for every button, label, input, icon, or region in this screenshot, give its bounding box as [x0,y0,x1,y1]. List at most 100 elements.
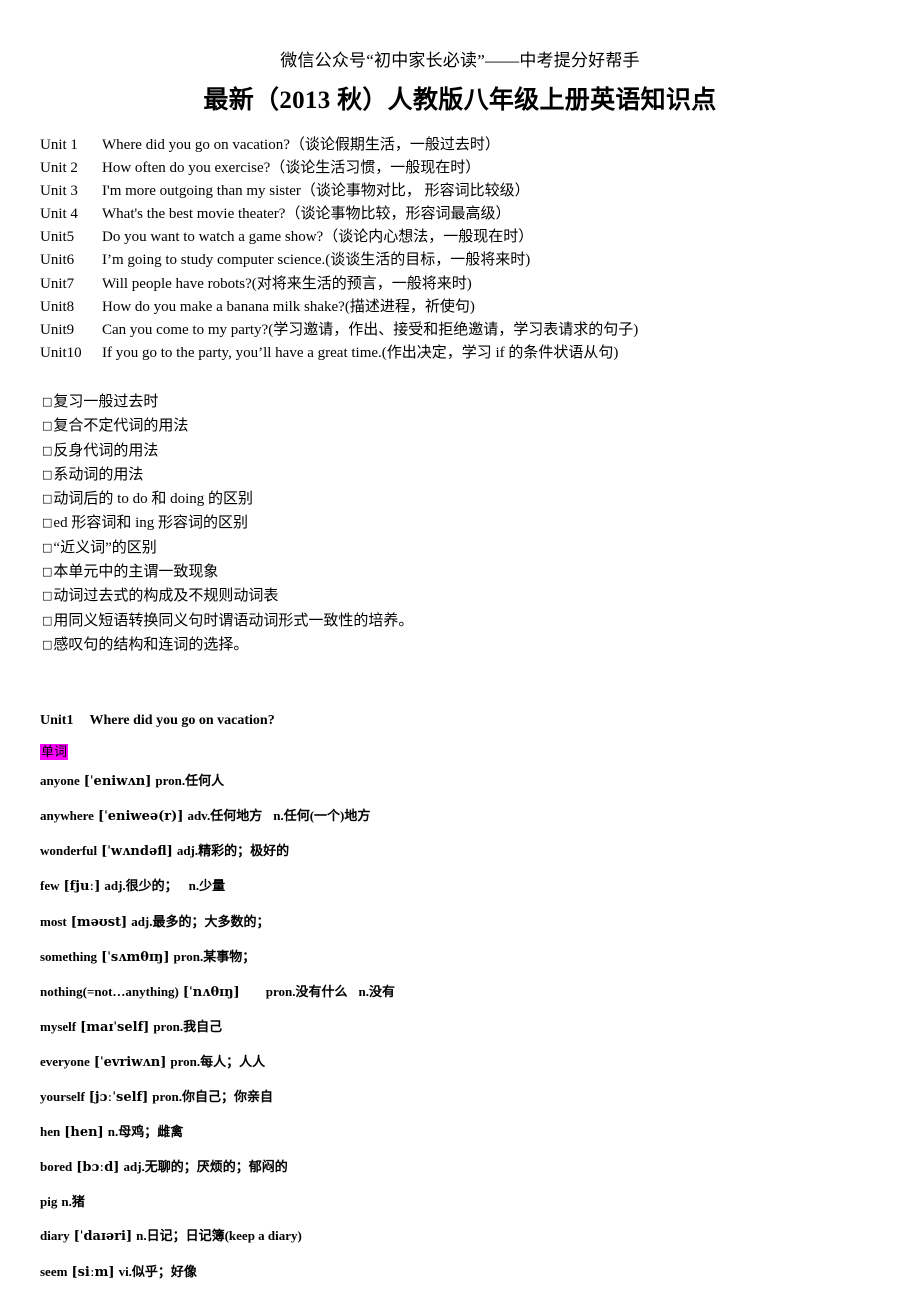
learning-goal-item: □系动词的用法 [0,463,920,487]
unit-description: I'm more outgoing than my sister（谈论事物对比，… [102,183,530,200]
vocabulary-entry: nothing(=not…anything) [ˈnʌθɪŋ] pron.没有什么 n… [0,985,920,999]
unit-number-label: Unit 2 [40,160,78,177]
unit-description: If you go to the party, you’ll have a gr… [102,344,619,361]
vocabulary-entry: anyone [ˈeniwʌn] pron.任何人 [0,774,920,788]
vocabulary-definition: n.日记；日记簿(keep a diary) [136,1228,302,1244]
vocabulary-definition: pron.你自己；你亲自 [152,1089,274,1105]
phonetic-transcription: [ˈeniwʌn] [83,774,152,790]
unit-number-label: Unit 3 [40,183,78,200]
vocabulary-entry: diary [ˈdaɪəri] n.日记；日记簿(keep a diary) [0,1229,920,1243]
vocabulary-definition: n.母鸡；雌禽 [107,1124,184,1140]
vocabulary-definition: vi.似乎；好像 [118,1263,197,1279]
vocabulary-definition-secondary: n.少量 [188,878,226,894]
unit-description: Can you come to my party?(学习邀请，作出、接受和拒绝邀… [102,321,639,338]
vocabulary-entry: pig n.猪 [0,1195,920,1208]
unit1-section-heading: Unit1 Where did you go on vacation? [0,657,920,728]
learning-goal-item: □感叹句的结构和连词的选择。 [0,633,920,657]
vocabulary-word: everyone [40,1053,90,1069]
unit-number-label: Unit5 [40,229,75,246]
phonetic-transcription: [fjuː] [63,879,101,895]
unit-overview-item: Unit7 Will people have robots?(对将来生活的预言，一… [0,273,920,296]
keyword-badge-wrap: 单词 [0,728,920,761]
vocabulary-word: bored [40,1159,73,1175]
unit-overview-item: Unit 4 What's the best movie theater?（谈论事… [0,203,920,226]
phonetic-transcription: [hen] [64,1125,104,1141]
unit-number-label: Unit6 [40,252,75,269]
unit-overview-item: Unit6 I’m going to study computer science… [0,249,920,272]
checkbox-icon: □ [42,613,53,627]
learning-goal-text: 复合不定代词的用法 [53,418,189,435]
unit-number-label: Unit10 [40,344,82,361]
learning-goal-item: □“近义词”的区别 [0,536,920,560]
learning-goal-item: □ed 形容词和 ing 形容词的区别 [0,511,920,535]
vocabulary-word: seem [40,1263,68,1279]
vocabulary-word: wonderful [40,843,98,859]
vocabulary-entry: everyone [ˈevriwʌn] pron.每人；人人 [0,1055,920,1069]
vocabulary-definition: pron.任何人 [155,773,225,789]
vocabulary-entry: bored [bɔːd] adj.无聊的；厌烦的；郁闷的 [0,1160,920,1174]
unit-number-label: Unit7 [40,275,75,292]
learning-goal-item: □动词后的 to do 和 doing 的区别 [0,487,920,511]
phonetic-transcription: [ˈdaɪəri] [73,1229,133,1245]
learning-goal-text: 动词过去式的构成及不规则动词表 [53,588,279,605]
unit-description: How often do you exercise?（谈论生活习惯，一般现在时） [102,160,481,177]
learning-goal-text: 反身代词的用法 [53,442,159,459]
vocabulary-list: anyone [ˈeniwʌn] pron.任何人 anywhere [ˈeniweə(… [0,761,920,1278]
phonetic-transcription: [ˈwʌndəfl] [101,844,173,860]
learning-goal-item: □复合不定代词的用法 [0,414,920,438]
vocabulary-definition: pron.没有什么 [265,983,348,999]
phonetic-transcription: [ˈnʌθɪŋ] [182,984,240,1000]
vocabulary-word: anyone [40,773,80,789]
phonetic-transcription: [ˈsʌmθɪŋ] [101,949,170,965]
vocabulary-definition: pron.某事物； [173,948,256,964]
vocabulary-definition: adj.无聊的；厌烦的；郁闷的 [123,1159,288,1175]
learning-goal-text: 动词后的 to do 和 doing 的区别 [53,491,253,508]
vocabulary-entry: wonderful [ˈwʌndəfl] adj.精彩的；极好的 [0,844,920,858]
vocabulary-definition: adj.最多的；大多数的； [131,913,270,929]
unit-description: Do you want to watch a game show?（谈论内心想法… [102,229,534,246]
learning-goal-item: □反身代词的用法 [0,439,920,463]
vocabulary-word: pig [40,1194,58,1210]
phonetic-transcription: [bɔːd] [76,1160,120,1176]
phonetic-transcription: [məʊst] [70,914,128,930]
learning-goal-item: □用同义短语转换同义句时谓语动词形式一致性的培养。 [0,609,920,633]
checkbox-icon: □ [42,565,53,579]
unit-overview-item: Unit10 If you go to the party, you’ll hav… [0,342,920,365]
vocabulary-word: hen [40,1124,61,1140]
page-title: 最新（2013 秋）人教版八年级上册英语知识点 [203,87,717,114]
vocabulary-definition: n.猪 [61,1194,85,1210]
vocabulary-word: nothing(=not…anything) [40,983,179,999]
vocabulary-entry: anywhere [ˈeniweə(r)] adv.任何地方 n.任何(一个)地方 [0,809,920,823]
vocabulary-entry: something [ˈsʌmθɪŋ] pron.某事物； [0,950,920,964]
checkbox-icon: □ [42,540,53,554]
vocabulary-definition: adj.精彩的；极好的 [176,843,290,859]
unit-overview-item: Unit 2 How often do you exercise?（谈论生活习惯，… [0,157,920,180]
unit-description: Where did you go on vacation?（谈论假期生活，一般过… [102,137,500,153]
learning-goal-text: 系动词的用法 [53,466,144,483]
vocabulary-entry: myself [maɪˈself] pron.我自己 [0,1020,920,1034]
checkbox-icon: □ [42,516,53,530]
learning-goal-item: □复习一般过去时 [0,390,920,414]
unit-overview-item: Unit9 Can you come to my party?(学习邀请，作出、接… [0,319,920,342]
learning-goal-text: 用同义短语转换同义句时谓语动词形式一致性的培养。 [53,612,414,629]
learning-goal-text: 感叹句的结构和连词的选择。 [53,636,249,653]
phonetic-transcription: [maɪˈself] [80,1019,150,1035]
learning-goal-text: ed 形容词和 ing 形容词的区别 [53,515,248,532]
status-badge: 单词 [40,744,69,761]
vocabulary-entry: yourself [jɔːˈself] pron.你自己；你亲自 [0,1090,920,1104]
vocabulary-definition: adv.任何地方 [187,808,263,824]
unit1-label: Unit1 [40,713,74,729]
vocabulary-word: anywhere [40,808,94,824]
unit-overview-item: Unit5 Do you want to watch a game show?（谈… [0,226,920,249]
learning-goal-text: 本单元中的主谓一致现象 [53,564,219,581]
vocabulary-word: yourself [40,1089,85,1105]
vocabulary-word: few [40,878,60,894]
phonetic-transcription: [ˈevriwʌn] [93,1054,167,1070]
unit-overview-item: Unit 1 Where did you go on vacation?（谈论假期… [0,134,920,157]
vocabulary-word: most [40,913,67,929]
vocabulary-entry: few [fjuː] adj.很少的； n.少量 [0,879,920,893]
unit-overview-item: Unit 3 I'm more outgoing than my sister（谈… [0,180,920,203]
vocabulary-definition: adj.很少的； [104,878,178,894]
checkbox-icon: □ [42,589,53,603]
learning-goal-text: “近义词”的区别 [53,539,157,556]
